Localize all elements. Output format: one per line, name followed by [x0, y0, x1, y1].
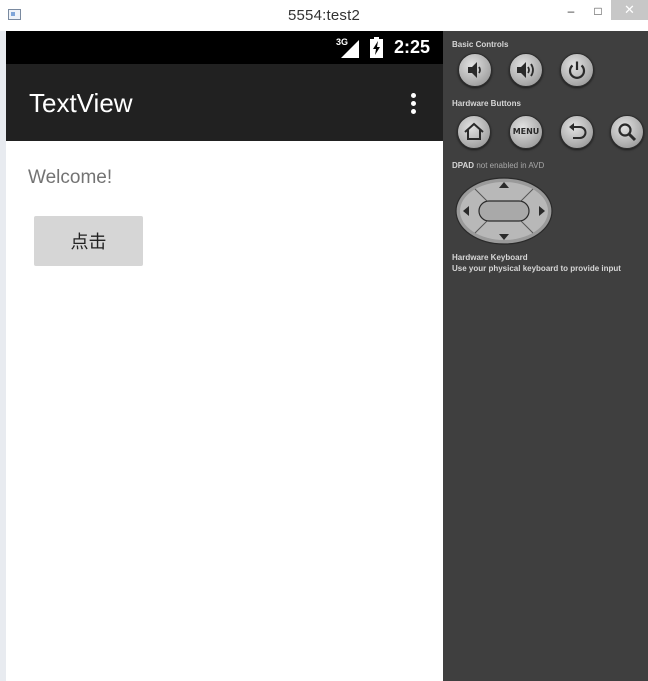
- keyboard-note: Use your physical keyboard to provide in…: [452, 264, 621, 273]
- menu-button-label: MENU: [512, 127, 540, 136]
- volume-down-icon: [468, 62, 481, 78]
- home-button[interactable]: [457, 115, 491, 149]
- window-title: 5554:test2: [287, 7, 361, 24]
- dpad-label: DPAD not enabled in AVD: [452, 161, 544, 170]
- basic-controls-label: Basic Controls: [452, 40, 509, 49]
- main-content: Welcome! 点击: [6, 141, 443, 681]
- status-clock: 2:25: [394, 37, 431, 57]
- home-icon: [464, 122, 484, 140]
- dpad-control[interactable]: [455, 177, 553, 245]
- action-bar: TextView: [6, 64, 443, 141]
- volume-down-button[interactable]: [458, 53, 492, 87]
- search-button[interactable]: [610, 115, 644, 149]
- click-button[interactable]: 点击: [34, 216, 143, 266]
- power-button[interactable]: [560, 53, 594, 87]
- search-icon: [618, 123, 637, 142]
- status-bar: 3G 2:25: [6, 31, 443, 64]
- maximize-button[interactable]: □: [585, 4, 611, 18]
- menu-button[interactable]: MENU: [509, 115, 543, 149]
- welcome-text: Welcome!: [28, 167, 113, 188]
- dpad-title: DPAD: [452, 161, 475, 170]
- power-icon: [568, 61, 586, 79]
- emulator-screen: 3G 2:25 TextView Welcome! 点击: [6, 31, 443, 681]
- more-vert-icon[interactable]: [404, 91, 424, 117]
- back-icon: [569, 123, 587, 139]
- keyboard-label: Hardware Keyboard: [452, 253, 528, 262]
- signal-icon: [341, 40, 359, 58]
- dpad-note: not enabled in AVD: [476, 161, 545, 170]
- volume-up-button[interactable]: [509, 53, 543, 87]
- close-button[interactable]: ✕: [611, 0, 648, 20]
- window-titlebar: 5554:test2 – □ ✕: [0, 0, 648, 32]
- back-button[interactable]: [560, 115, 594, 149]
- emulator-controls-panel: Basic Controls Hardware Buttons MENU DPA…: [443, 31, 648, 681]
- hardware-buttons-label: Hardware Buttons: [452, 99, 521, 108]
- minimize-button[interactable]: –: [558, 4, 584, 18]
- app-title: TextView: [29, 88, 133, 118]
- volume-up-icon: [517, 62, 534, 78]
- battery-icon: [370, 37, 383, 58]
